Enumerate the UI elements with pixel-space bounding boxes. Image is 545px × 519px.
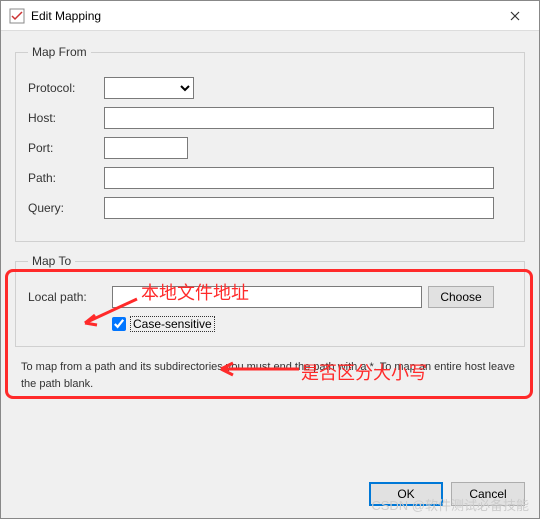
protocol-select[interactable] xyxy=(104,77,194,99)
help-text: To map from a path and its subdirectorie… xyxy=(21,359,519,392)
port-input[interactable] xyxy=(104,137,188,159)
choose-button[interactable]: Choose xyxy=(428,286,494,308)
host-input[interactable] xyxy=(104,107,494,129)
protocol-label: Protocol: xyxy=(28,81,100,95)
close-button[interactable] xyxy=(495,2,535,30)
map-to-group: Map To Local path: Choose Case-sensitive xyxy=(15,254,525,347)
query-input[interactable] xyxy=(104,197,494,219)
map-from-group: Map From Protocol: Host: Port: Path: Que… xyxy=(15,45,525,242)
query-label: Query: xyxy=(28,201,100,215)
path-label: Path: xyxy=(28,171,100,185)
app-icon xyxy=(9,8,25,24)
titlebar: Edit Mapping xyxy=(1,1,539,31)
path-input[interactable] xyxy=(104,167,494,189)
localpath-label: Local path: xyxy=(28,290,108,304)
watermark: CSDN @软件测试必备技能 xyxy=(371,495,529,514)
port-label: Port: xyxy=(28,141,100,155)
map-from-legend: Map From xyxy=(28,45,91,59)
edit-mapping-dialog: Edit Mapping Map From Protocol: Host: Po… xyxy=(0,0,540,519)
dialog-content: Map From Protocol: Host: Port: Path: Que… xyxy=(1,31,539,400)
host-label: Host: xyxy=(28,111,100,125)
map-to-legend: Map To xyxy=(28,254,75,268)
close-icon xyxy=(510,11,520,21)
case-sensitive-checkbox[interactable] xyxy=(112,317,126,331)
localpath-input[interactable] xyxy=(112,286,422,308)
dialog-title: Edit Mapping xyxy=(31,9,495,23)
case-sensitive-label: Case-sensitive xyxy=(130,316,215,332)
